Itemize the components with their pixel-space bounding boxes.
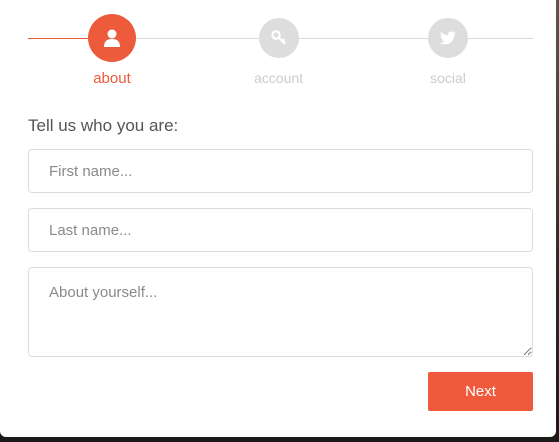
user-icon xyxy=(104,29,120,47)
step-about-circle xyxy=(88,14,136,62)
step-account[interactable]: account xyxy=(254,14,303,86)
step-account-label: account xyxy=(254,70,304,86)
step-about[interactable]: about xyxy=(88,14,136,87)
step-social[interactable]: social xyxy=(428,14,468,86)
step-social-label: social xyxy=(430,70,466,86)
next-button[interactable]: Next xyxy=(428,372,533,411)
about-yourself-textarea[interactable] xyxy=(28,267,533,357)
first-name-input[interactable] xyxy=(28,149,533,193)
step-about-label: about xyxy=(93,70,131,87)
step-social-circle xyxy=(428,18,468,58)
key-icon xyxy=(270,30,286,45)
stepper-track-active xyxy=(28,38,88,39)
last-name-input[interactable] xyxy=(28,208,533,252)
signup-wizard-card: about account social Tell us who you are… xyxy=(0,0,556,437)
progress-stepper: about account social xyxy=(28,14,533,94)
twitter-icon xyxy=(440,31,456,45)
form-prompt: Tell us who you are: xyxy=(28,116,179,135)
step-account-circle xyxy=(258,18,299,58)
